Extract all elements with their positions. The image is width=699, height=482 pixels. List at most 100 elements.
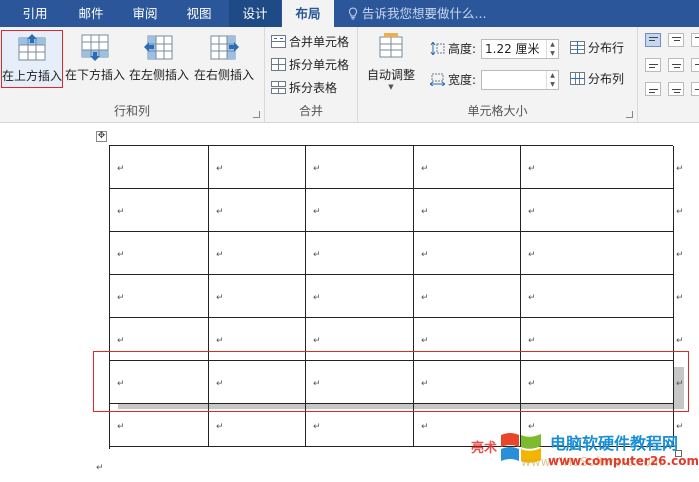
table-cell[interactable]: ↵ bbox=[306, 275, 414, 318]
insert-left-icon bbox=[144, 35, 173, 60]
rows-columns-launcher-icon[interactable] bbox=[253, 111, 260, 118]
height-label: 高度: bbox=[448, 42, 477, 56]
insert-below-label: 在下方插入 bbox=[64, 68, 125, 82]
row-height-spinner[interactable]: 1.22 厘米 ▲ ▼ bbox=[481, 39, 559, 59]
table-cell[interactable]: ↵ bbox=[414, 189, 521, 232]
tab-review[interactable]: 审阅 bbox=[124, 0, 166, 27]
cell-paragraph-mark: ↵ bbox=[313, 207, 321, 217]
insert-below-button[interactable]: 在下方插入 bbox=[64, 30, 126, 88]
cell-paragraph-mark: ↵ bbox=[313, 250, 321, 260]
row-end-mark: ↵ bbox=[676, 336, 684, 346]
autofit-button[interactable]: 自动调整 ▼ bbox=[364, 30, 418, 91]
table-cell[interactable]: ↵ bbox=[414, 275, 521, 318]
insert-right-label: 在右侧插入 bbox=[193, 68, 254, 82]
table-cell[interactable]: ↵ bbox=[306, 232, 414, 275]
align-bottom-left-icon[interactable] bbox=[645, 82, 661, 96]
table-cell[interactable]: ↵ bbox=[414, 232, 521, 275]
table-cell[interactable]: ↵ bbox=[110, 146, 209, 189]
cell-size-launcher-icon[interactable] bbox=[626, 111, 633, 118]
insert-below-icon bbox=[81, 34, 109, 61]
align-top-right-icon[interactable] bbox=[691, 33, 699, 47]
row-end-mark: ↵ bbox=[676, 293, 684, 303]
insert-above-icon bbox=[18, 34, 46, 61]
table-cell[interactable]: ↵ bbox=[110, 275, 209, 318]
table-cell[interactable]: ↵ bbox=[306, 189, 414, 232]
watermark-title: 电脑软硬件教程网 bbox=[550, 434, 679, 453]
table-cell[interactable]: ↵ bbox=[521, 232, 674, 275]
ribbon-tab-bar: 引用 邮件 审阅 视图 设计 布局 告诉我您想要做什么... bbox=[0, 0, 699, 27]
cell-paragraph-mark: ↵ bbox=[313, 422, 321, 432]
tab-mailings[interactable]: 邮件 bbox=[70, 0, 112, 27]
cell-paragraph-mark: ↵ bbox=[117, 422, 125, 432]
align-top-left-icon[interactable] bbox=[645, 33, 661, 47]
table-row[interactable]: ↵ ↵ ↵ ↵ ↵ ↵ bbox=[110, 232, 684, 275]
insert-left-button[interactable]: 在左侧插入 bbox=[128, 30, 190, 88]
table-row[interactable]: ↵ ↵ ↵ ↵ ↵ ↵ bbox=[110, 275, 684, 318]
watermark-url: www.computer26.com bbox=[548, 454, 699, 468]
align-top-center-icon[interactable] bbox=[668, 33, 684, 47]
cell-paragraph-mark: ↵ bbox=[421, 293, 429, 303]
insert-right-button[interactable]: 在右侧插入 bbox=[193, 30, 255, 88]
merge-cells-button[interactable]: 合并单元格 bbox=[271, 32, 349, 52]
distribute-rows-button[interactable]: 分布行 bbox=[570, 38, 624, 58]
table-cell[interactable]: ↵ bbox=[209, 232, 306, 275]
table-row[interactable]: ↵ ↵ ↵ ↵ ↵ ↵ bbox=[110, 189, 684, 232]
align-center-icon[interactable] bbox=[668, 58, 684, 72]
tab-design[interactable]: 设计 bbox=[229, 0, 281, 27]
search-hint-text: 告诉我您想要做什么... bbox=[362, 6, 487, 21]
spinner-arrows-icon[interactable]: ▲ ▼ bbox=[546, 40, 558, 58]
table-cell[interactable]: ↵ bbox=[414, 146, 521, 189]
cell-paragraph-mark: ↵ bbox=[117, 250, 125, 260]
cell-paragraph-mark: ↵ bbox=[421, 164, 429, 174]
insert-left-label: 在左侧插入 bbox=[128, 68, 189, 82]
distribute-columns-button[interactable]: 分布列 bbox=[570, 69, 624, 89]
cell-paragraph-mark: ↵ bbox=[216, 207, 224, 217]
cell-paragraph-mark: ↵ bbox=[117, 164, 125, 174]
table-move-handle-icon[interactable]: ✥ bbox=[96, 131, 107, 142]
align-bottom-center-icon[interactable] bbox=[668, 82, 684, 96]
row-end-mark: ↵ bbox=[676, 207, 684, 217]
table-cell[interactable]: ↵ bbox=[521, 275, 674, 318]
group-alignment bbox=[638, 27, 699, 123]
cell-paragraph-mark: ↵ bbox=[528, 164, 536, 174]
split-cells-button[interactable]: 拆分单元格 bbox=[271, 55, 349, 75]
cell-paragraph-mark: ↵ bbox=[421, 422, 429, 432]
group-label-merge: 合并 bbox=[298, 104, 323, 118]
width-label: 宽度: bbox=[448, 73, 477, 87]
merge-cells-label: 合并单元格 bbox=[289, 35, 350, 49]
table-cell[interactable]: ↵ bbox=[521, 189, 674, 232]
split-table-button[interactable]: 拆分表格 bbox=[271, 78, 337, 98]
cell-paragraph-mark: ↵ bbox=[313, 336, 321, 346]
align-bottom-right-icon[interactable] bbox=[691, 82, 699, 96]
table-cell[interactable]: ↵ bbox=[521, 146, 674, 189]
tab-view[interactable]: 视图 bbox=[178, 0, 220, 27]
table-cell[interactable]: ↵ bbox=[306, 146, 414, 189]
align-center-right-icon[interactable] bbox=[691, 58, 699, 72]
group-cell-size: 自动调整 ▼ 高度: 1.22 厘米 ▲ ▼ 宽度: ▲ ▼ 分布行 分布列 单元格… bbox=[358, 27, 638, 123]
column-width-spinner[interactable]: ▲ ▼ bbox=[481, 70, 559, 90]
row-height-value: 1.22 厘米 bbox=[485, 42, 540, 56]
paragraph-mark: ↵ bbox=[96, 463, 104, 473]
table-cell[interactable]: ↵ bbox=[209, 275, 306, 318]
table-cell[interactable]: ↵ bbox=[110, 189, 209, 232]
row-end-mark: ↵ bbox=[676, 164, 684, 174]
tell-me-search[interactable]: 告诉我您想要做什么... bbox=[348, 0, 486, 27]
autofit-icon bbox=[379, 33, 403, 58]
split-table-icon bbox=[271, 81, 286, 94]
spinner-arrows-icon[interactable]: ▲ ▼ bbox=[546, 71, 558, 89]
insert-above-label: 在上方插入 bbox=[2, 69, 63, 83]
table-cell[interactable]: ↵ bbox=[209, 189, 306, 232]
table-row[interactable]: ↵ ↵ ↵ ↵ ↵ ↵ bbox=[110, 146, 684, 189]
insert-above-button[interactable]: 在上方插入 bbox=[1, 30, 63, 88]
cell-paragraph-mark: ↵ bbox=[117, 207, 125, 217]
table-cell[interactable]: ↵ bbox=[209, 146, 306, 189]
tab-references[interactable]: 引用 bbox=[14, 0, 56, 27]
split-cells-icon bbox=[271, 58, 286, 71]
table-cell[interactable]: ↵ bbox=[110, 232, 209, 275]
cell-paragraph-mark: ↵ bbox=[216, 164, 224, 174]
cell-paragraph-mark: ↵ bbox=[528, 207, 536, 217]
cell-paragraph-mark: ↵ bbox=[313, 293, 321, 303]
document-page[interactable]: ✥ ↵ ↵ ↵ ↵ ↵ ↵ ↵ ↵ ↵ ↵ ↵ ↵ ↵ ↵ ↵ ↵ ↵ ↵ ↵ ↵ ↵ ↵ ↵ ↵ ↵ ↵ ↵ ↵ ↵ ↵ ↵ ↵ ↵ ↵ ↵ ↵ ↵ ↵… bbox=[0, 124, 699, 482]
align-center-left-icon[interactable] bbox=[645, 58, 661, 72]
tab-layout[interactable]: 布局 bbox=[282, 0, 334, 27]
